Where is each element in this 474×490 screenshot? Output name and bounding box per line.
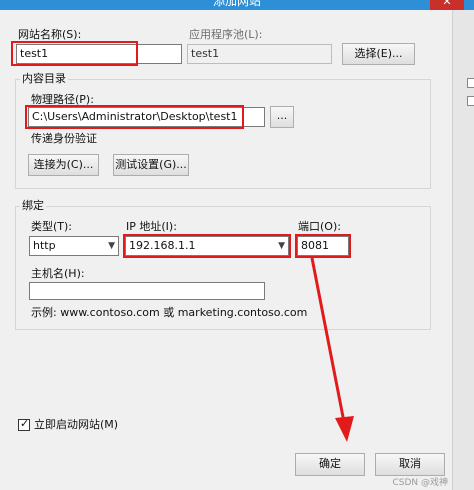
ip-address-label: IP 地址(I): (126, 220, 177, 233)
site-name-highlight (11, 41, 138, 66)
annotation-arrow-icon (310, 257, 354, 442)
type-label: 类型(T): (31, 220, 73, 233)
background-window-edge (452, 10, 474, 490)
cancel-button[interactable]: 取消 (375, 453, 445, 476)
checkmark-icon: ✓ (20, 417, 30, 430)
physical-path-highlight (25, 105, 244, 129)
host-name-example: 示例: www.contoso.com 或 marketing.contoso.… (31, 306, 308, 319)
site-name-label: 网站名称(S): (18, 28, 82, 41)
content-directory-group-label: 内容目录 (20, 72, 68, 86)
close-button[interactable]: ✕ (430, 0, 464, 10)
ok-button[interactable]: 确定 (295, 453, 365, 476)
binding-group-label: 绑定 (20, 199, 46, 213)
app-pool-label: 应用程序池(L): (189, 28, 263, 41)
test-settings-button[interactable]: 测试设置(G)... (113, 154, 189, 176)
start-immediately-checkbox[interactable]: ✓ (18, 417, 30, 431)
chevron-down-icon: ▼ (108, 241, 115, 251)
type-select[interactable]: http ▼ (29, 236, 119, 256)
pass-through-auth-label: 传递身份验证 (31, 132, 97, 145)
watermark: CSDN @戏神 (392, 478, 448, 488)
edge-icon (467, 78, 474, 88)
edge-icon (467, 96, 474, 106)
host-name-input[interactable] (29, 282, 265, 300)
window-title: 添加网站 (212, 0, 261, 8)
app-pool-field: test1 (187, 44, 332, 64)
title-bar: 添加网站 ✕ (0, 0, 474, 10)
connect-as-button[interactable]: 连接为(C)... (28, 154, 99, 176)
type-select-value: http (33, 239, 56, 252)
select-app-pool-button[interactable]: 选择(E)... (342, 43, 415, 65)
start-immediately-label: 立即启动网站(M) (34, 418, 119, 431)
port-label: 端口(O): (298, 220, 341, 233)
host-name-label: 主机名(H): (31, 267, 85, 280)
browse-button[interactable]: ... (270, 106, 294, 128)
ip-address-highlight (123, 234, 291, 258)
